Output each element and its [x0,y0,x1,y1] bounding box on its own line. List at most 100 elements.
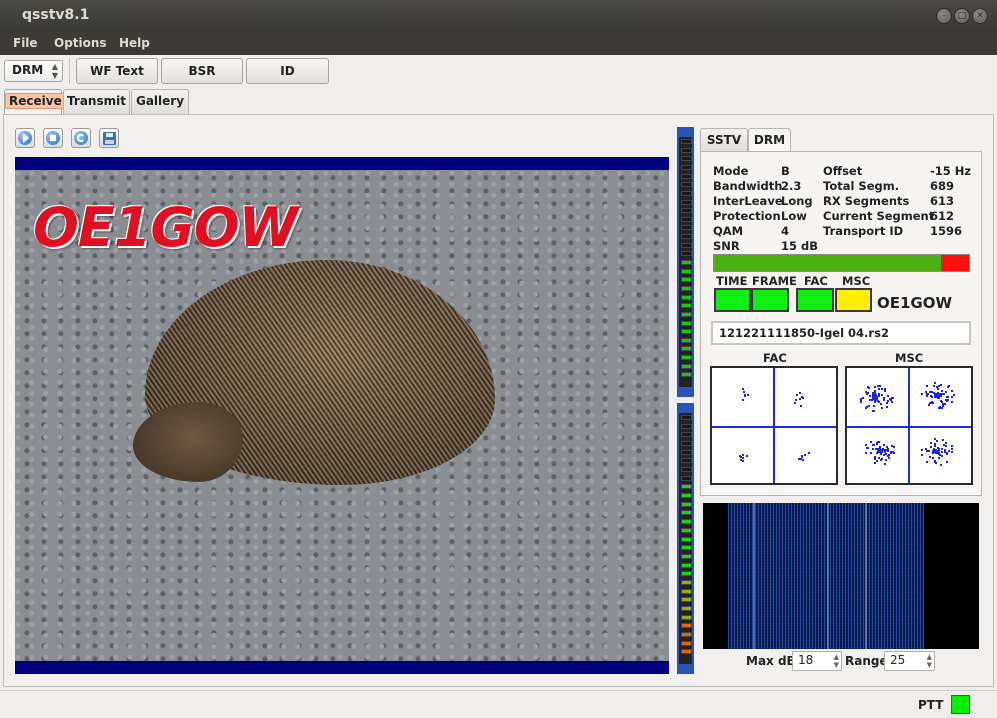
constellation-point [926,393,928,395]
param-label: Protection [713,209,781,223]
constellation-point [926,385,928,387]
constellation-point [883,454,885,456]
waterfall-display [703,503,979,649]
constellation-point [886,402,888,404]
minimize-button[interactable]: – [936,8,952,24]
vu-meter-lower [677,403,694,674]
close-button[interactable]: ✕ [972,8,988,24]
constellation-point [796,394,798,396]
vu-segment [681,156,692,161]
tab-transmit[interactable]: Transmit [63,89,130,114]
fac-constellation [710,366,838,485]
constellation-point [951,390,953,392]
param-label: Mode [713,164,748,178]
save-button[interactable] [99,128,119,148]
vu-segment [681,545,692,550]
constellation-point [880,403,882,405]
led-frame [751,288,789,312]
constellation-point [930,442,932,444]
range-spinbox[interactable]: 25 ▲ ▼ [884,651,935,671]
vu-segment [681,286,692,291]
vu-segment [681,606,692,611]
spin-arrows-icon[interactable]: ▲ ▼ [927,653,932,669]
constellation-point [881,407,883,409]
refresh-button[interactable] [71,128,91,148]
constellation-point [934,382,936,384]
signal-level-bar [713,254,970,272]
vu-segment [681,269,692,274]
vu-segment [681,303,692,308]
vu-segment [681,321,692,326]
mode-select[interactable]: DRM ▲ ▼ [4,60,63,82]
vu-segment [681,260,692,265]
constellation-point [936,440,938,442]
start-button[interactable] [15,128,35,148]
constellation-point [943,393,945,395]
constellation-point [876,460,878,462]
vu-segment [681,174,692,179]
vu-segment [681,234,692,239]
tab-sstv[interactable]: SSTV [700,128,748,152]
constellation-point [884,463,886,465]
constellation-point [951,445,953,447]
menu-help[interactable]: Help [119,36,150,50]
vu-segment [681,243,692,248]
constellation-point [946,396,948,398]
constellation-point [926,461,928,463]
image-callsign-overlay: OE1GOW [33,196,297,259]
constellation-point [930,395,932,397]
constellation-point [934,445,936,447]
tab-receive[interactable]: Receive [4,89,62,115]
waterfall-marker [865,503,867,649]
constellation-point [941,451,943,453]
constellation-point [874,401,876,403]
vu-segment [681,277,692,282]
vu-segment [681,424,692,429]
constellation-point [930,446,932,448]
vu-cap [677,403,694,413]
stop-button[interactable] [43,128,63,148]
bsr-button[interactable]: BSR [161,58,243,84]
param-value: B [781,164,790,178]
id-button[interactable]: ID [246,58,329,84]
param-value: 2.3 [781,179,801,193]
param-value: 1596 [930,224,962,238]
constellation-point [880,453,882,455]
maxdb-spinbox[interactable]: 18 ▲ ▼ [792,651,842,671]
tab-gallery[interactable]: Gallery [131,89,189,114]
spin-arrows-icon[interactable]: ▲ ▼ [834,653,839,669]
constellation-point [865,444,867,446]
param-label: Bandwidth [713,179,782,193]
wf-text-button[interactable]: WF Text [76,58,158,84]
constellation-point [862,397,864,399]
constellation-point [869,395,871,397]
constellation-point [940,400,942,402]
menu-options[interactable]: Options [54,36,107,50]
maxdb-value: 18 [798,653,813,667]
maximize-button[interactable]: □ [954,8,970,24]
constellation-point [802,459,804,461]
constellation-point [934,438,936,440]
vu-segment [681,329,692,334]
vu-segment [681,225,692,230]
signal-level-overflow [941,255,969,271]
param-label: Current Segment [823,209,934,223]
filename-field[interactable]: 121221111850-Igel 04.rs2 [711,321,971,345]
vu-segment [681,476,692,481]
constellation-point [870,452,872,454]
constellation-point [804,454,806,456]
constellation-point [891,401,893,403]
constellation-point [941,455,943,457]
led-frame-label: FRAME [752,274,797,288]
menu-file[interactable]: File [13,36,38,50]
waterfall-marker [753,503,755,649]
waterfall-marker [827,503,829,649]
tab-drm[interactable]: DRM [748,128,791,152]
constellation-point [799,392,801,394]
constellation-point [942,405,944,407]
constellation-point [934,443,936,445]
constellation-point [928,450,930,452]
constellation-point [890,451,892,453]
vu-segment [681,467,692,472]
constellation-point [938,457,940,459]
